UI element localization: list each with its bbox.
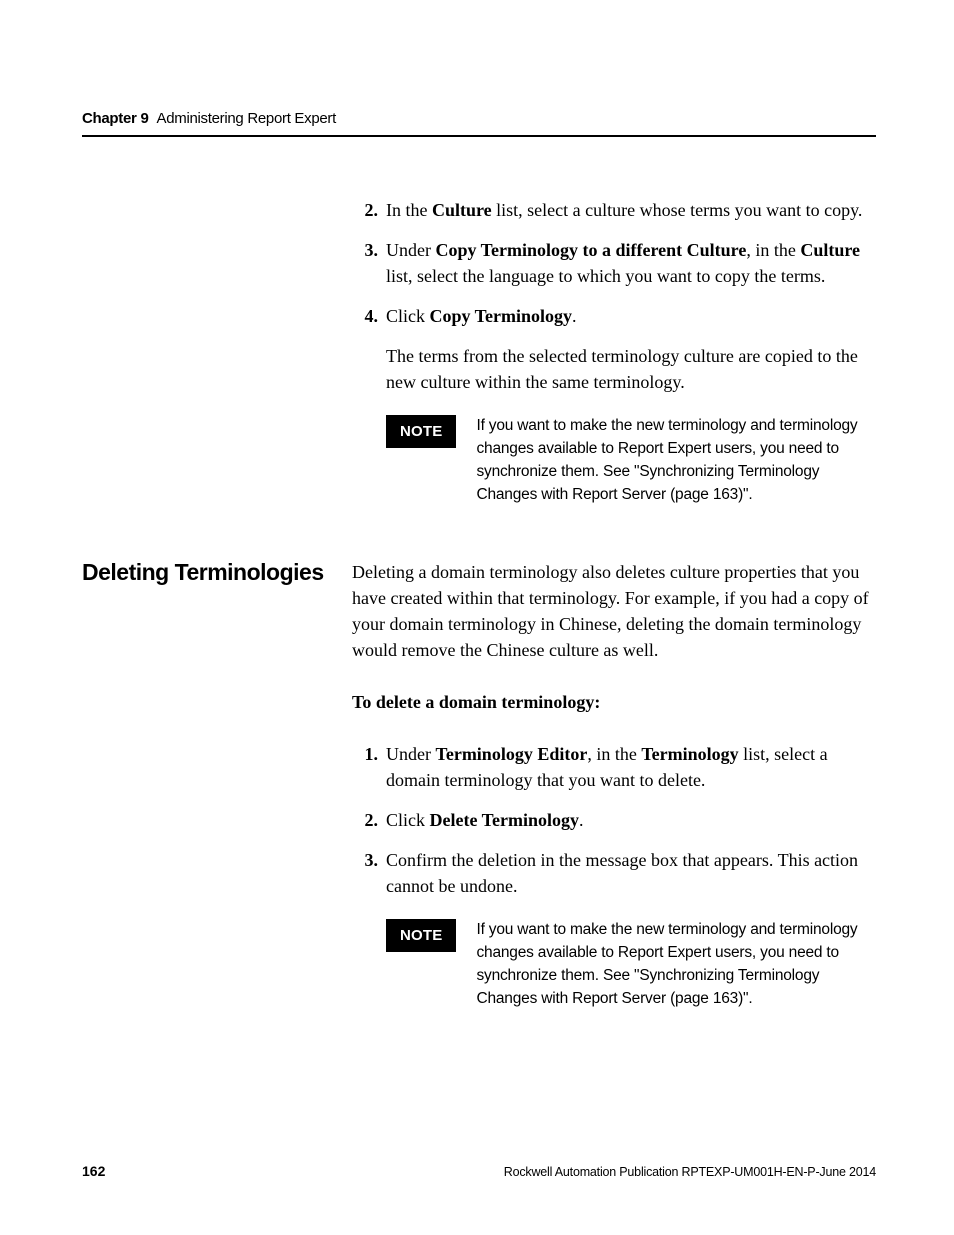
- note-text: If you want to make the new terminology …: [476, 414, 876, 507]
- step-1: Under Terminology Editor, in the Termino…: [352, 741, 876, 793]
- chapter-number: Chapter 9: [82, 110, 149, 127]
- section-intro: Deleting a domain terminology also delet…: [352, 559, 876, 663]
- note-block-1: NOTE If you want to make the new termino…: [352, 414, 876, 507]
- page-header: Chapter 9 Administering Report Expert: [82, 110, 876, 137]
- note-badge: NOTE: [386, 415, 456, 449]
- step-4-result: The terms from the selected terminology …: [352, 343, 876, 395]
- section-2: Deleting Terminologies Deleting a domain…: [82, 559, 876, 1033]
- procedure-heading: To delete a domain terminology:: [352, 689, 876, 715]
- note-badge: NOTE: [386, 919, 456, 953]
- step-2: In the Culture list, select a culture wh…: [352, 197, 876, 223]
- note-block-2: NOTE If you want to make the new termino…: [352, 918, 876, 1011]
- section-1: In the Culture list, select a culture wh…: [82, 197, 876, 529]
- section-heading: Deleting Terminologies: [82, 559, 352, 586]
- step-list: In the Culture list, select a culture wh…: [352, 197, 876, 329]
- page-footer: 162 Rockwell Automation Publication RPTE…: [82, 1163, 876, 1179]
- step-list-2: Under Terminology Editor, in the Termino…: [352, 741, 876, 899]
- step-3: Under Copy Terminology to a different Cu…: [352, 237, 876, 289]
- step-4: Click Copy Terminology.: [352, 303, 876, 329]
- note-text: If you want to make the new terminology …: [476, 918, 876, 1011]
- publication-info: Rockwell Automation Publication RPTEXP-U…: [504, 1165, 876, 1179]
- step-2: Click Delete Terminology.: [352, 807, 876, 833]
- chapter-title: Administering Report Expert: [157, 110, 336, 127]
- page-number: 162: [82, 1163, 105, 1179]
- step-3: Confirm the deletion in the message box …: [352, 847, 876, 899]
